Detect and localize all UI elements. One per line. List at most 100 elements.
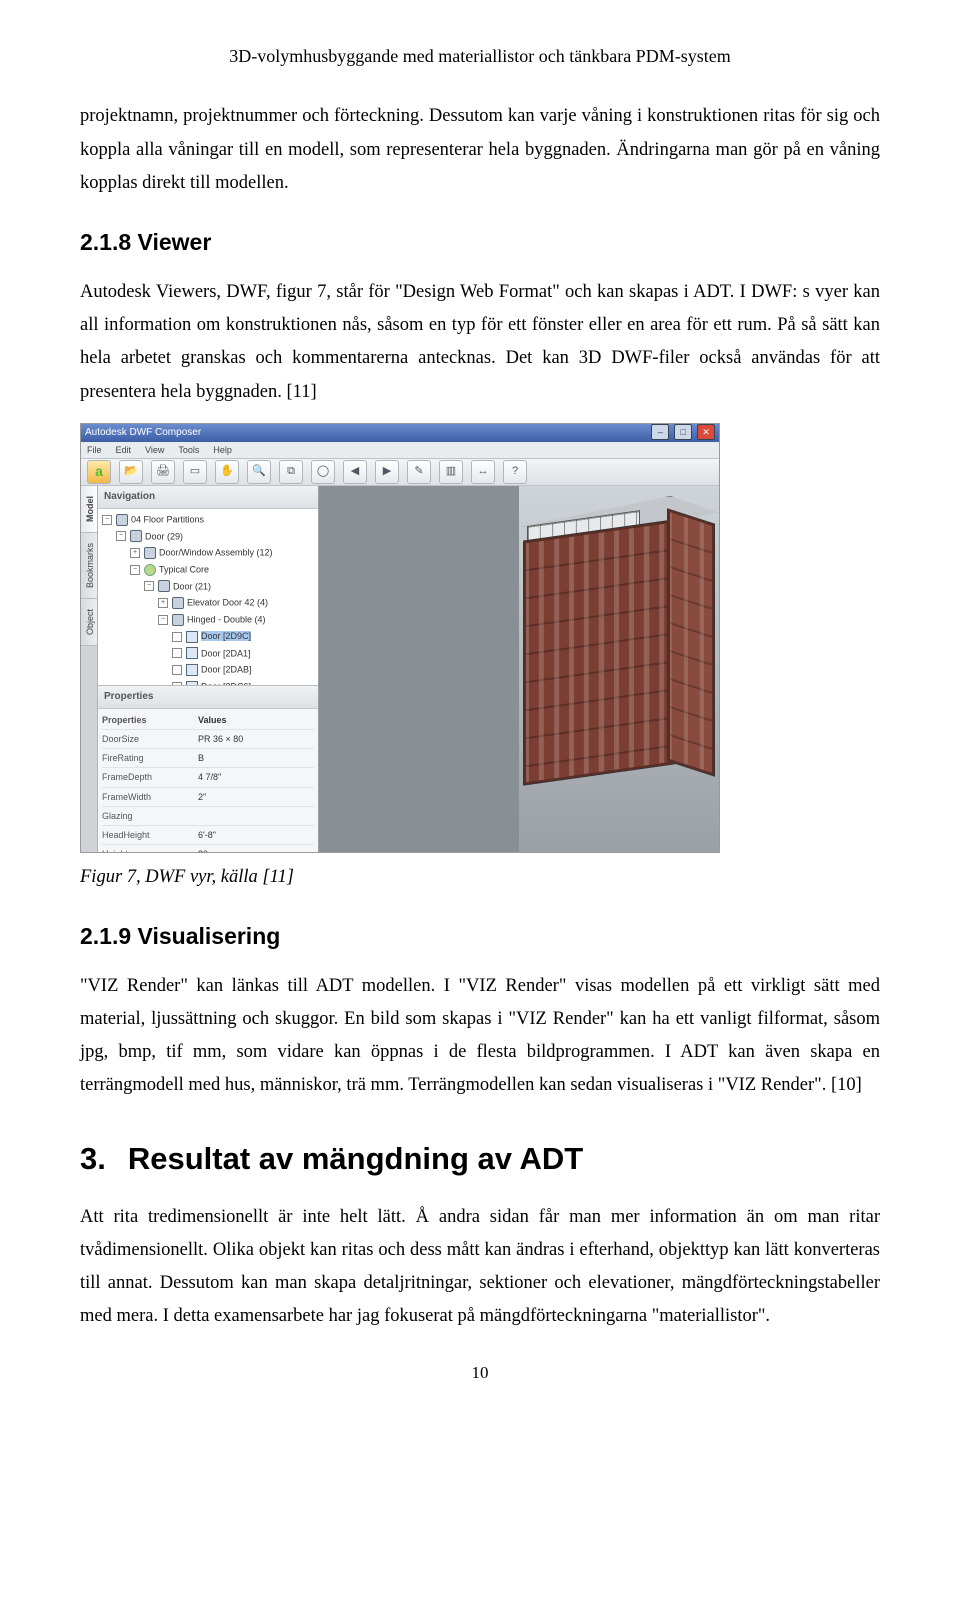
select-icon[interactable]: ▭ xyxy=(183,460,207,484)
navigation-panel: Navigation −04 Floor Partitions−Door (29… xyxy=(98,486,318,686)
node-icon xyxy=(144,564,156,576)
tree-item-label: Typical Core xyxy=(159,565,209,575)
para-218: Autodesk Viewers, DWF, figur 7, står för… xyxy=(80,276,880,409)
tree-item[interactable]: + Door/Window Assembly (12) xyxy=(130,544,316,561)
expand-icon[interactable] xyxy=(172,632,182,642)
tree-item[interactable]: −04 Floor Partitions−Door (29)+Door/Wind… xyxy=(102,511,316,685)
zoom-icon[interactable]: 🔍 xyxy=(247,460,271,484)
print-icon[interactable]: 🖨 xyxy=(151,460,175,484)
open-icon[interactable]: 📂 xyxy=(119,460,143,484)
property-key: HeadHeight xyxy=(102,827,198,843)
page-number: 10 xyxy=(80,1358,880,1389)
heading-219: 2.1.9 Visualisering xyxy=(80,916,880,957)
markup-icon[interactable]: ✎ xyxy=(407,460,431,484)
tree-item[interactable]: Door [2D9C] xyxy=(172,628,316,645)
tree-item-label: Door [2DA1] xyxy=(201,648,251,658)
next-view-icon[interactable]: ▶ xyxy=(375,460,399,484)
app-logo-icon[interactable]: a xyxy=(87,460,111,484)
zoom-window-icon[interactable]: ⧉ xyxy=(279,460,303,484)
tree-item[interactable]: −Door (29)+Door/Window Assembly (12)−Typ… xyxy=(116,528,316,685)
heading-3-title: Resultat av mängdning av ADT xyxy=(128,1141,583,1176)
expand-icon[interactable]: + xyxy=(158,598,168,608)
property-row: FireRatingB xyxy=(102,749,314,768)
menu-tools[interactable]: Tools xyxy=(178,442,199,458)
props-header-value: Values xyxy=(198,712,314,728)
tree-item[interactable]: Door [2DA1] xyxy=(172,645,316,662)
props-header-key: Properties xyxy=(102,712,198,728)
node-icon xyxy=(172,597,184,609)
side-panel: Navigation −04 Floor Partitions−Door (29… xyxy=(98,486,319,852)
property-row: HeadHeight6'-8" xyxy=(102,826,314,845)
tree-item[interactable]: −Door (21)+Elevator Door 42 (4)−Hinged -… xyxy=(144,578,316,685)
tree-item[interactable]: + Elevator Door 42 (4) xyxy=(158,594,316,611)
tree-item-label: Elevator Door 42 (4) xyxy=(187,598,268,608)
maximize-icon[interactable]: □ xyxy=(674,424,692,440)
node-icon xyxy=(186,631,198,643)
heading-3-number: 3. xyxy=(80,1141,106,1176)
sidetab-bookmarks[interactable]: Bookmarks xyxy=(81,533,97,599)
expand-icon[interactable] xyxy=(172,648,182,658)
tree-item[interactable]: −Typical Core−Door (21)+Elevator Door 42… xyxy=(130,561,316,685)
tree-item-label: Door (29) xyxy=(145,531,183,541)
menu-edit[interactable]: Edit xyxy=(116,442,132,458)
sidetab-model[interactable]: Model xyxy=(81,486,97,533)
expand-icon[interactable] xyxy=(172,665,182,675)
node-icon xyxy=(172,614,184,626)
help-icon[interactable]: ? xyxy=(503,460,527,484)
property-key: FireRating xyxy=(102,750,198,766)
3d-viewport[interactable] xyxy=(519,486,719,852)
measure-icon[interactable]: ↔ xyxy=(471,460,495,484)
prev-view-icon[interactable]: ◀ xyxy=(343,460,367,484)
figure-caption: Figur 7, DWF vyr, källa [11] xyxy=(80,861,880,894)
properties-panel: Properties Properties Values DoorSizePR … xyxy=(98,686,318,852)
orbit-icon[interactable]: ◯ xyxy=(311,460,335,484)
sidetab-object[interactable]: Object xyxy=(81,599,97,646)
expand-icon[interactable]: − xyxy=(130,565,140,575)
toolbar: a 📂 🖨 ▭ ✋ 🔍 ⧉ ◯ ◀ ▶ ✎ ▥ ↔ ? xyxy=(81,459,719,486)
window-buttons: – □ ✕ xyxy=(649,424,715,442)
building-front xyxy=(523,519,675,786)
color-icon[interactable]: ▥ xyxy=(439,460,463,484)
close-icon[interactable]: ✕ xyxy=(697,424,715,440)
property-value xyxy=(198,808,314,824)
property-value: 6'-8" xyxy=(198,827,314,843)
property-value: PR 36 × 80 xyxy=(198,731,314,747)
menu-help[interactable]: Help xyxy=(213,442,232,458)
property-row: Glazing xyxy=(102,807,314,826)
tree-item-label: Door/Window Assembly (12) xyxy=(159,548,273,558)
expand-icon[interactable]: + xyxy=(130,548,140,558)
property-row: Height80 xyxy=(102,845,314,852)
window-titlebar: Autodesk DWF Composer – □ ✕ xyxy=(81,424,719,442)
properties-panel-title: Properties xyxy=(98,686,318,709)
expand-icon[interactable]: − xyxy=(158,615,168,625)
minimize-icon[interactable]: – xyxy=(651,424,669,440)
node-icon xyxy=(116,514,128,526)
para-3: Att rita tredimensionellt är inte helt l… xyxy=(80,1201,880,1334)
node-icon xyxy=(158,580,170,592)
tree-item[interactable]: − Hinged - Double (4) Door [2D9C] Door [2… xyxy=(158,611,316,685)
menu-view[interactable]: View xyxy=(145,442,164,458)
property-value: 2" xyxy=(198,789,314,805)
property-key: FrameWidth xyxy=(102,789,198,805)
node-icon xyxy=(186,664,198,676)
property-value: B xyxy=(198,750,314,766)
property-key: Glazing xyxy=(102,808,198,824)
expand-icon[interactable]: − xyxy=(144,581,154,591)
pan-icon[interactable]: ✋ xyxy=(215,460,239,484)
property-row: FrameWidth2" xyxy=(102,788,314,807)
property-row: FrameDepth4 7/8" xyxy=(102,768,314,787)
property-key: DoorSize xyxy=(102,731,198,747)
expand-icon[interactable]: − xyxy=(102,515,112,525)
node-icon xyxy=(130,530,142,542)
tree-item-label: Door [2DC6] xyxy=(201,682,251,685)
tree-item[interactable]: Door [2DAB] xyxy=(172,661,316,678)
para-219: "VIZ Render" kan länkas till ADT modelle… xyxy=(80,970,880,1103)
tree-item[interactable]: Door [2DC6] xyxy=(172,678,316,685)
node-icon xyxy=(144,547,156,559)
menu-file[interactable]: File xyxy=(87,442,102,458)
tree-item-label: Hinged - Double (4) xyxy=(187,615,266,625)
expand-icon[interactable] xyxy=(172,682,182,685)
expand-icon[interactable]: − xyxy=(116,531,126,541)
model-tree[interactable]: −04 Floor Partitions−Door (29)+Door/Wind… xyxy=(98,509,318,685)
side-tabstrip: Model Bookmarks Object xyxy=(81,486,98,852)
